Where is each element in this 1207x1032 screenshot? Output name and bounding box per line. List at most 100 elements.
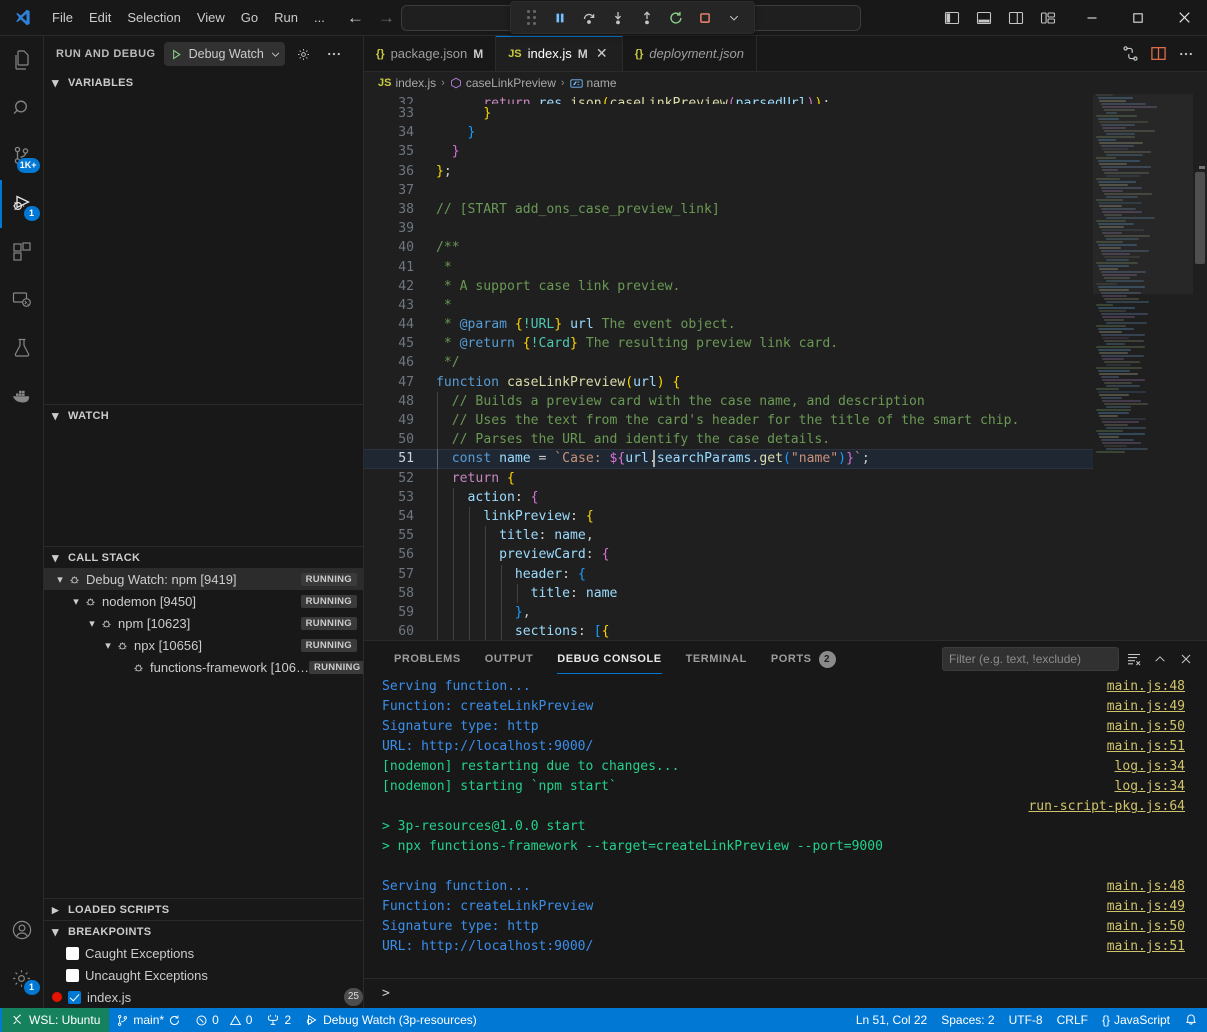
launch-configuration-selector[interactable]: Debug Watch [164,42,285,66]
code-line[interactable]: 55 title: name, [364,526,1093,545]
activity-settings[interactable]: 1 [0,954,44,1002]
code-line[interactable]: 56 previewCard: { [364,545,1093,564]
activity-source-control[interactable]: 1K+ [0,132,44,180]
arrow-right-icon[interactable]: → [378,9,395,26]
sync-icon[interactable] [168,1014,181,1027]
console-source-link[interactable]: main.js:50 [1107,717,1185,737]
tab-output[interactable]: OUTPUT [473,641,546,677]
sidebar-more-actions-icon[interactable] [323,43,345,65]
console-source-link[interactable]: main.js:48 [1107,877,1185,897]
chevron-down-icon[interactable] [270,49,281,60]
code-line[interactable]: 41 * [364,258,1093,277]
breakpoint-checkbox[interactable] [66,969,79,982]
code-line[interactable]: 60 sections: [{ [364,622,1093,640]
chevron-down-icon[interactable]: ▾ [52,573,68,586]
play-icon[interactable] [170,48,183,61]
code-line[interactable]: 57 header: { [364,565,1093,584]
callstack-row[interactable]: ▾ npm [10623] RUNNING [44,612,363,634]
pause-button[interactable] [547,6,573,30]
console-source-link[interactable]: main.js:51 [1107,937,1185,957]
editor-vertical-scrollbar[interactable] [1193,94,1207,640]
code-line[interactable]: 54 linkPreview: { [364,507,1093,526]
breakpoint-checkbox[interactable] [66,947,79,960]
activity-run-and-debug[interactable]: 1 [0,180,44,228]
code-line[interactable]: 36}; [364,162,1093,181]
section-header-breakpoints[interactable]: ▾ BREAKPOINTS [44,920,363,942]
code-line[interactable]: 49 // Uses the text from the card's head… [364,411,1093,430]
code-line[interactable]: 48 // Builds a preview card with the cas… [364,392,1093,411]
activity-docker[interactable] [0,372,44,420]
code-line-current[interactable]: 51 const name = `Case: ${url.searchParam… [364,449,1093,468]
step-out-button[interactable] [634,6,660,30]
close-tab-icon[interactable]: ✕ [594,45,610,62]
chevron-up-icon[interactable] [1149,648,1171,670]
menu-file[interactable]: File [44,7,81,28]
console-source-link[interactable]: main.js:48 [1107,677,1185,697]
menu-selection[interactable]: Selection [119,7,188,28]
status-branch-indicator[interactable]: main* [109,1008,188,1032]
chevron-down-icon[interactable] [721,6,747,30]
debug-settings-gear-icon[interactable] [293,43,315,65]
debug-console-input[interactable]: > [364,978,1207,1008]
code-line[interactable]: 59 }, [364,603,1093,622]
code-text[interactable]: 32 return res.json(caseLinkPreview(parse… [364,94,1093,640]
menu-edit[interactable]: Edit [81,7,119,28]
status-remote-indicator[interactable]: WSL: Ubuntu [2,1008,109,1032]
code-line[interactable]: 32 return res.json(caseLinkPreview(parse… [364,94,1093,104]
status-encoding[interactable]: UTF-8 [1002,1008,1050,1032]
restart-button[interactable] [663,6,689,30]
section-header-loaded-scripts[interactable]: ▸ LOADED SCRIPTS [44,898,363,920]
console-source-link[interactable]: log.js:34 [1115,757,1185,777]
activity-explorer[interactable] [0,36,44,84]
activity-search[interactable] [0,84,44,132]
status-indentation[interactable]: Spaces: 2 [934,1008,1001,1032]
callstack-row[interactable]: ▾ nodemon [9450] RUNNING [44,590,363,612]
code-line[interactable]: 42 * A support case link preview. [364,277,1093,296]
code-line[interactable]: 45 * @return {!Card} The resulting previ… [364,334,1093,353]
stop-button[interactable] [692,6,718,30]
breakpoint-checkbox[interactable] [68,991,81,1004]
console-source-link[interactable]: main.js:49 [1107,897,1185,917]
console-source-link[interactable]: main.js:49 [1107,697,1185,717]
status-problems-indicator[interactable]: 0 0 [188,1008,259,1032]
menu-run[interactable]: Run [266,7,306,28]
activity-testing[interactable] [0,324,44,372]
close-window-button[interactable] [1161,0,1207,36]
menu-go[interactable]: Go [233,7,266,28]
step-over-button[interactable] [576,6,602,30]
chevron-down-icon[interactable]: ▾ [84,617,100,630]
code-line[interactable]: 58 title: name [364,584,1093,603]
split-editor-icon[interactable] [1145,41,1171,67]
run-and-debug-file-icon[interactable] [1117,41,1143,67]
breakpoint-row[interactable]: Uncaught Exceptions [44,964,363,986]
toggle-secondary-sidebar-button[interactable] [1001,4,1031,32]
status-language-mode[interactable]: {} JavaScript [1095,1008,1177,1032]
console-filter-input[interactable]: Filter (e.g. text, !exclude) [942,647,1119,671]
chevron-down-icon[interactable]: ▾ [68,595,84,608]
close-panel-icon[interactable] [1175,648,1197,670]
section-header-variables[interactable]: ▾ VARIABLES [44,72,363,94]
code-line[interactable]: 34 } [364,123,1093,142]
status-cursor-position[interactable]: Ln 51, Col 22 [849,1008,934,1032]
code-line[interactable]: 50 // Parses the URL and identify the ca… [364,430,1093,449]
chevron-down-icon[interactable]: ▾ [100,639,116,652]
code-line[interactable]: 33 } [364,104,1093,123]
section-header-callstack[interactable]: ▾ CALL STACK [44,546,363,568]
tab-ports[interactable]: PORTS 2 [759,641,848,677]
status-eol[interactable]: CRLF [1050,1008,1095,1032]
code-line[interactable]: 38// [START add_ons_case_preview_link] [364,200,1093,219]
callstack-row[interactable]: ▾ npx [10656] RUNNING [44,634,363,656]
console-source-link[interactable]: main.js:50 [1107,917,1185,937]
maximize-window-button[interactable] [1115,0,1161,36]
menu-view[interactable]: View [189,7,233,28]
minimap[interactable] [1093,94,1193,640]
tab-problems[interactable]: PROBLEMS [382,641,473,677]
code-line[interactable]: 44 * @param {!URL} url The event object. [364,315,1093,334]
status-ports-indicator[interactable]: 2 [259,1008,298,1032]
activity-remote-explorer[interactable] [0,276,44,324]
activity-extensions[interactable] [0,228,44,276]
activity-accounts[interactable] [0,906,44,954]
console-source-link[interactable]: main.js:51 [1107,737,1185,757]
code-viewport[interactable]: 32 return res.json(caseLinkPreview(parse… [364,94,1093,640]
breadcrumb-symbol[interactable]: name [570,76,617,90]
